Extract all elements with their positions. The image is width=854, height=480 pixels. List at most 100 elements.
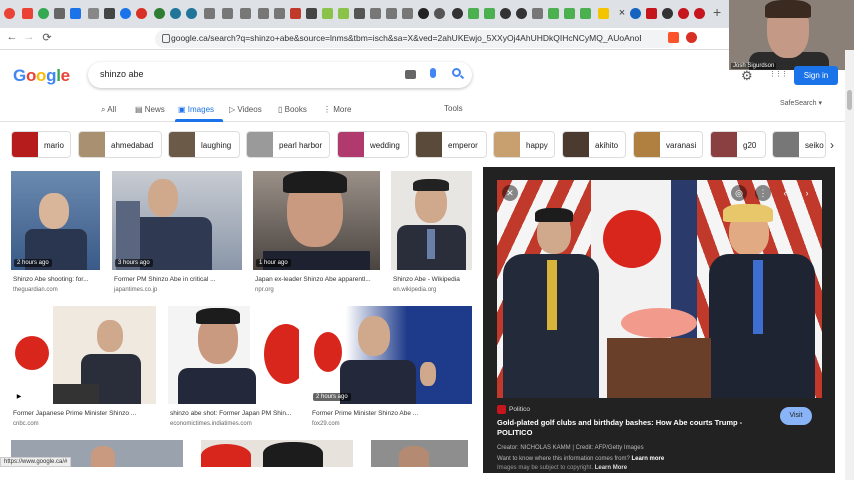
google-logo[interactable]: Google xyxy=(13,66,70,86)
result-image[interactable] xyxy=(168,306,299,404)
page-scrollbar[interactable] xyxy=(845,50,854,480)
tab-favicon[interactable] xyxy=(662,8,673,19)
result-image[interactable]: ▶ xyxy=(11,306,156,404)
tab-favicon[interactable] xyxy=(548,8,559,19)
tab-favicon[interactable] xyxy=(170,8,181,19)
tab-favicon[interactable] xyxy=(630,8,641,19)
brave-shield-icon[interactable] xyxy=(668,32,679,43)
tab-favicon[interactable] xyxy=(532,8,543,19)
result-image[interactable]: 3 hours ago xyxy=(112,171,242,270)
tab-favicon[interactable] xyxy=(222,8,233,19)
tab-favicon[interactable] xyxy=(290,8,301,19)
result-caption[interactable]: Shinzo Abe shooting: for... xyxy=(13,276,99,283)
lens-icon[interactable]: ◎ xyxy=(731,185,747,201)
tab-favicon[interactable] xyxy=(402,8,413,19)
related-chip[interactable]: seiko xyxy=(772,131,826,158)
result-image[interactable]: 1 hour ago xyxy=(253,171,380,270)
tab-favicon[interactable] xyxy=(322,8,333,19)
url-text[interactable]: google.ca/search?q=shinzo+abe&source=lnm… xyxy=(171,33,641,43)
result-caption[interactable]: Former Japanese Prime Minister Shinzo ..… xyxy=(13,410,155,417)
tab-close-icon[interactable]: × xyxy=(616,6,628,20)
related-chip[interactable]: pearl harbor xyxy=(246,131,330,158)
tab-favicon[interactable] xyxy=(70,8,81,19)
back-icon[interactable]: ← xyxy=(5,31,19,43)
tab-favicon[interactable] xyxy=(580,8,591,19)
tab-favicon[interactable] xyxy=(452,8,463,19)
tab-favicon[interactable] xyxy=(186,8,197,19)
copyright-learn-link[interactable]: Learn More xyxy=(595,465,627,471)
tab-images[interactable]: ▣ Images xyxy=(178,105,214,114)
sign-in-button[interactable]: Sign in xyxy=(794,66,838,85)
related-chip[interactable]: g20 xyxy=(710,131,766,158)
tab-favicon[interactable] xyxy=(136,8,147,19)
result-source[interactable]: npr.org xyxy=(255,287,274,293)
result-image[interactable] xyxy=(201,440,353,467)
tab-favicon[interactable] xyxy=(468,8,479,19)
tab-favicon[interactable] xyxy=(38,8,49,19)
result-image[interactable]: 2 hours ago xyxy=(310,306,472,404)
search-input[interactable]: shinzo abe xyxy=(100,69,144,79)
result-caption[interactable]: Former Prime Minister Shinzo Abe ... xyxy=(312,410,472,417)
reload-icon[interactable]: ⟳ xyxy=(40,31,54,44)
preview-image[interactable]: ✕ ◎ ⋮ ‹ › xyxy=(497,180,822,398)
next-image-icon[interactable]: › xyxy=(799,185,815,201)
apps-grid-icon[interactable]: ⋮⋮⋮ xyxy=(769,70,788,78)
close-icon[interactable]: ✕ xyxy=(502,185,518,201)
tab-favicon[interactable] xyxy=(484,8,495,19)
related-chip[interactable]: emperor xyxy=(415,131,487,158)
result-source[interactable]: economictimes.indiatimes.com xyxy=(170,421,252,427)
tab-favicon[interactable] xyxy=(646,8,657,19)
tab-favicon[interactable] xyxy=(434,8,445,19)
tab-favicon[interactable] xyxy=(500,8,511,19)
tab-favicon[interactable] xyxy=(154,8,165,19)
tab-favicon[interactable] xyxy=(418,8,429,19)
tab-favicon[interactable] xyxy=(678,8,689,19)
tab-favicon[interactable] xyxy=(386,8,397,19)
related-chip[interactable]: varanasi xyxy=(633,131,703,158)
related-chip[interactable]: ahmedabad xyxy=(78,131,162,158)
tab-favicon[interactable] xyxy=(204,8,215,19)
settings-gear-icon[interactable]: ⚙ xyxy=(741,68,753,84)
result-source[interactable]: japantimes.co.jp xyxy=(114,287,157,293)
chevron-right-icon[interactable]: › xyxy=(830,138,834,152)
result-source[interactable]: en.wikipedia.org xyxy=(393,287,436,293)
preview-source[interactable]: Politico xyxy=(509,406,530,413)
result-image[interactable] xyxy=(371,440,468,467)
related-chip[interactable]: wedding xyxy=(337,131,409,158)
learn-more-link[interactable]: Learn more xyxy=(632,456,665,462)
microphone-icon[interactable] xyxy=(430,68,436,78)
result-source[interactable]: fox29.com xyxy=(312,421,340,427)
result-caption[interactable]: Former PM Shinzo Abe in critical ... xyxy=(114,276,240,283)
visit-button[interactable]: Visit xyxy=(780,407,812,425)
result-image[interactable] xyxy=(391,171,472,270)
new-tab-button[interactable]: + xyxy=(713,4,721,20)
preview-title[interactable]: Gold-plated golf clubs and birthday bash… xyxy=(497,418,759,438)
tab-favicon[interactable] xyxy=(120,8,131,19)
tab-favicon[interactable] xyxy=(258,8,269,19)
tab-favicon[interactable] xyxy=(598,8,609,19)
related-chip[interactable]: laughing xyxy=(168,131,240,158)
camera-icon[interactable] xyxy=(405,70,416,79)
result-caption[interactable]: Shinzo Abe - Wikipedia xyxy=(393,276,472,283)
prev-image-icon[interactable]: ‹ xyxy=(777,185,793,201)
tab-favicon[interactable] xyxy=(694,8,705,19)
tab-favicon[interactable] xyxy=(240,8,251,19)
tab-favicon[interactable] xyxy=(370,8,381,19)
tab-favicon[interactable] xyxy=(274,8,285,19)
related-chip[interactable]: akihito xyxy=(562,131,626,158)
tab-favicon[interactable] xyxy=(88,8,99,19)
result-source[interactable]: cnbc.com xyxy=(13,421,39,427)
address-bar[interactable]: google.ca/search?q=shinzo+abe&source=lnm… xyxy=(155,30,675,48)
result-caption[interactable]: shinzo abe shot: Former Japan PM Shin... xyxy=(170,410,299,417)
result-image[interactable]: 2 hours ago xyxy=(11,171,100,270)
related-chip[interactable]: happy xyxy=(493,131,555,158)
related-chip[interactable]: mario xyxy=(11,131,71,158)
tab-favicon[interactable] xyxy=(104,8,115,19)
scrollbar-thumb[interactable] xyxy=(847,90,852,110)
tab-favicon[interactable] xyxy=(338,8,349,19)
more-options-icon[interactable]: ⋮ xyxy=(755,185,771,201)
tab-favicon[interactable] xyxy=(22,8,33,19)
tab-favicon[interactable] xyxy=(516,8,527,19)
tab-favicon[interactable] xyxy=(54,8,65,19)
tools-button[interactable]: Tools xyxy=(444,104,463,113)
